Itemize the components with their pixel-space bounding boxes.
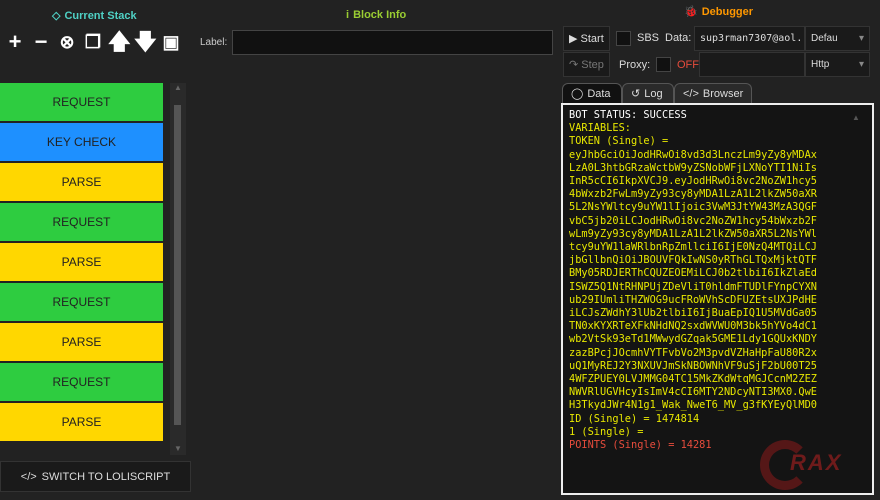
output-line: 1 (Single) = [569,425,644,438]
output-scroll-up-icon[interactable]: ▲ [852,113,860,122]
play-icon: ▶ [569,33,578,45]
current-stack-header: ◇ Current Stack [52,9,137,23]
output-line: LzA0L3htbGRzaWctbW9yZSNobWFjLXNoYTI1NiIs [569,161,817,174]
code-icon: </> [20,470,37,483]
output-line: H3TkydJWr4N1g1_Wak_NweT6_MV_g3fKYEyQlMD0 [569,399,817,412]
stack-block[interactable]: REQUEST [0,203,163,241]
debugger-output[interactable]: BOT STATUS: SUCCESS VARIABLES: TOKEN (Sing… [561,103,874,495]
layers-icon: ◇ [52,10,61,22]
proxy-state: OFF [677,59,699,71]
output-line: iLCJsZWdhY3lUb2tlbiI6IjBuaEpIQ1U5MVdGa05 [569,307,817,320]
data-input[interactable]: sup3rman7307@aol. [694,26,805,51]
output-line: wLm9yZy93cy8yMDA1LzA1L2lkZW50aXR5L2NsYWl [569,227,817,240]
sbs-label: SBS [637,32,660,44]
stack-block[interactable]: REQUEST [0,83,163,121]
step-icon: ↷ [569,59,579,71]
tab-data[interactable]: ◯ Data [562,83,622,103]
stack-block[interactable]: PARSE [0,163,163,201]
stack-block[interactable]: PARSE [0,403,163,441]
bug-icon: 🐞 [684,6,698,18]
block-info-header: i Block Info [346,9,407,21]
output-line: InR5cCI6IkpXVCJ9.eyJodHRwOi8vc2NoZW1hcy5 [569,175,817,188]
stack-block[interactable]: REQUEST [0,363,163,401]
output-line: 5L2NsYWltcy9uYW1lIjoic3VwM3JtYW43MzA3QGF [569,201,817,214]
output-line: uQ1MyREJ2Y3NXUVJmSkNBOWNhVF9uSjF2bU00T25 [569,359,817,372]
tab-log[interactable]: ↺ Log [622,83,674,103]
output-line: TOKEN (Single) = [569,135,669,148]
output-line: wb2VtSk93eTd1MWwydGZqak5GME1Ldy1GQUxKNDY [569,333,817,346]
stack-toolbar: + − ⊗ ❐ 🡅 🡇 ▣ [4,30,182,54]
step-button[interactable]: ↷ Step [563,52,610,77]
config-select[interactable]: Defau ▾ [805,26,870,51]
output-line: NWVRlUGVHcyIsImV4cCI6MTY2NDcyNTI3MX0.QwE [569,386,817,399]
stack-block[interactable]: PARSE [0,323,163,361]
output-line: BOT STATUS: SUCCESS [569,109,687,121]
proxy-input[interactable] [699,52,805,77]
output-line: ID (Single) = 1474814 [569,412,700,425]
add-block-icon[interactable]: + [4,30,26,54]
output-line: ISWZ5Q1NtRHNPUjZDeVliT0hldmFTUDlFYnpCYXN [569,280,817,293]
output-line: TN0xKYXRTeXFkNHdNQ2sxdWVWU0M3bk5hYVo4dC1 [569,320,817,333]
move-up-icon[interactable]: 🡅 [108,30,131,54]
code-icon: </> [683,87,699,100]
output-line: BMy05RDJERThCQUZEOEMiLCJ0b2tlbiI6IkZlaEd [569,267,817,280]
stack-block[interactable]: REQUEST [0,283,163,321]
output-line: POINTS (Single) = 14281 [569,439,712,452]
label-input[interactable] [232,30,553,55]
output-line: zazBPcjJOcmhVYTFvbVo2M3pvdVZHaHpFaU80R2x [569,346,817,359]
remove-block-icon[interactable]: − [30,30,52,54]
chevron-down-icon: ▾ [858,59,864,70]
output-line: 4WFZPUEY0LVJMMG04TC15MkZKdWtqMGJCcnM2ZEZ [569,373,817,386]
output-line: eyJhbGciOiJodHRwOi8vd3d3LnczLm9yZy8yMDAx [569,148,817,161]
switch-to-loliscript-button[interactable]: </> SWITCH TO LOLISCRIPT [0,461,191,492]
proxy-caption: Proxy: [619,59,651,71]
save-icon[interactable]: ▣ [160,30,182,54]
sbs-checkbox[interactable] [616,31,631,46]
history-icon: ↺ [631,88,641,100]
output-line: 4bWxzb2FwLm9yZy93cy8yMDA1LzA1L2lkZW50aXR [569,188,817,201]
clone-icon[interactable]: ❐ [82,30,104,54]
block-list: REQUEST KEY CHECK PARSE REQUEST PARSE REQUEST… [0,83,163,443]
start-button[interactable]: ▶ Start [563,26,610,51]
data-caption: Data: [665,32,692,44]
clear-icon[interactable]: ⊗ [56,30,78,54]
output-line: jbGllbnQiOiJBOUVFQkIwNS0yRThGLTQxMjktQTF [569,254,817,267]
chevron-down-icon: ▾ [858,33,864,44]
output-line: VARIABLES: [569,122,631,135]
tab-browser[interactable]: </> Browser [674,83,752,103]
label-caption: Label: [200,37,228,48]
refresh-icon: ◯ [571,88,584,100]
output-line: vbC5jb20iLCJodHRwOi8vc2NoZW1hcy54bWxzb2F [569,214,817,227]
block-list-scrollbar[interactable]: ▲ ▼ [170,83,186,455]
debugger-header: 🐞 Debugger [684,5,754,19]
move-down-icon[interactable]: 🡇 [134,30,157,54]
proxy-checkbox[interactable] [656,57,671,72]
proxy-type-select[interactable]: Http ▾ [805,52,870,77]
output-line: ub29IUmliTHZWOG9ucFRoWVhScDFUZEtsUXJPdHE [569,293,817,306]
stack-block[interactable]: PARSE [0,243,163,281]
stack-block[interactable]: KEY CHECK [0,123,163,161]
output-line: tcy9uYW1laWRlbnRpZmllciI6IjE0NzQ4MTQiLCJ [569,241,817,254]
info-icon: i [346,9,350,21]
